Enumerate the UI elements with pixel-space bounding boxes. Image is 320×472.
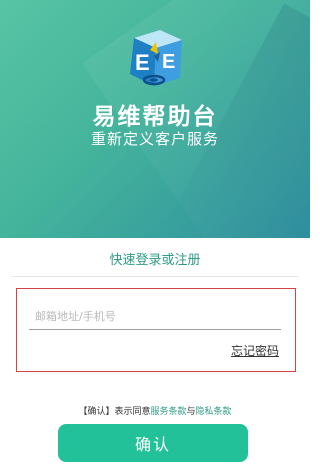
terms-notice: 【确认】表示同意服务条款与隐私条款 (0, 404, 310, 417)
easyops-cube-logo-icon: E E (130, 30, 182, 86)
quick-login-register-link[interactable]: 快速登录或注册 (0, 249, 310, 268)
login-form: 忘记密码 (16, 288, 296, 372)
divider (12, 276, 298, 277)
app-title: 易维帮助台 (92, 104, 218, 130)
svg-text:E: E (162, 51, 175, 73)
app-slogan: 重新定义客户服务 (90, 130, 219, 148)
service-terms-link[interactable]: 服务条款 (150, 407, 186, 417)
terms-connector: 与 (186, 407, 196, 417)
svg-text:E: E (135, 50, 150, 75)
account-input[interactable] (29, 304, 281, 330)
terms-prefix: 【确认】表示同意 (78, 407, 151, 417)
hero-banner: E E 易维帮助台 重新定义客户服务 (0, 0, 310, 238)
forgot-password-link[interactable]: 忘记密码 (231, 342, 279, 359)
privacy-terms-link[interactable]: 隐私条款 (196, 407, 232, 417)
confirm-button[interactable]: 确认 (58, 424, 248, 462)
